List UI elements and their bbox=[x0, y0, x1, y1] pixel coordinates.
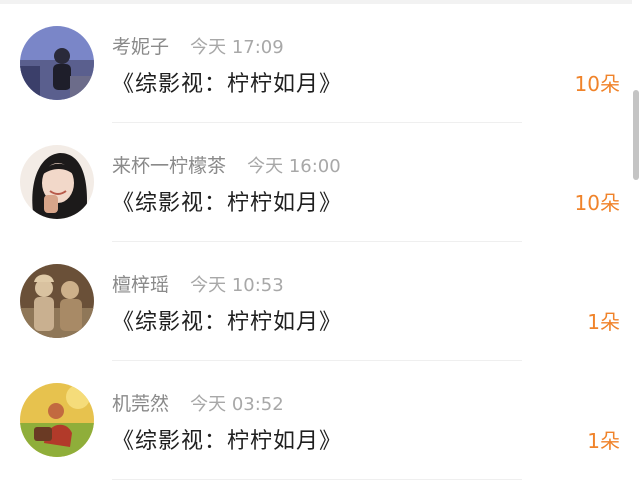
scrollbar-thumb[interactable] bbox=[633, 90, 639, 180]
gift-count: 10朵 bbox=[574, 72, 620, 96]
comment-item[interactable]: 来杯一柠檬茶 今天 16:00 《综影视：柠柠如月》 10朵 bbox=[0, 123, 628, 242]
scrollbar-track[interactable] bbox=[632, 0, 640, 487]
username[interactable]: 来杯一柠檬茶 bbox=[112, 155, 226, 177]
avatar-photo-icon bbox=[20, 264, 94, 338]
book-title[interactable]: 《综影视：柠柠如月》 bbox=[112, 423, 342, 455]
username[interactable]: 檀梓瑶 bbox=[112, 274, 169, 296]
timestamp: 今天 17:09 bbox=[190, 37, 284, 58]
gift-count: 10朵 bbox=[574, 191, 620, 215]
comment-meta: 机莞然 今天 03:52 bbox=[112, 389, 284, 415]
avatar-photo-icon bbox=[20, 383, 94, 457]
book-title[interactable]: 《综影视：柠柠如月》 bbox=[112, 304, 342, 336]
username[interactable]: 机莞然 bbox=[112, 393, 169, 415]
comment-list: 考妮子 今天 17:09 《综影视：柠柠如月》 10朵 来杯一柠檬茶 今天 16… bbox=[0, 4, 628, 480]
comment-item[interactable]: 机莞然 今天 03:52 《综影视：柠柠如月》 1朵 bbox=[0, 361, 628, 480]
avatar-photo-icon bbox=[20, 145, 94, 219]
comment-item[interactable]: 考妮子 今天 17:09 《综影视：柠柠如月》 10朵 bbox=[0, 4, 628, 123]
timestamp: 今天 03:52 bbox=[190, 394, 284, 415]
timestamp: 今天 16:00 bbox=[247, 156, 341, 177]
comment-meta: 檀梓瑶 今天 10:53 bbox=[112, 270, 284, 296]
book-title[interactable]: 《综影视：柠柠如月》 bbox=[112, 66, 342, 98]
book-title[interactable]: 《综影视：柠柠如月》 bbox=[112, 185, 342, 217]
user-avatar[interactable] bbox=[20, 264, 94, 338]
gift-count: 1朵 bbox=[587, 310, 620, 334]
username[interactable]: 考妮子 bbox=[112, 36, 169, 58]
row-divider bbox=[112, 479, 522, 480]
comment-list-screen: 考妮子 今天 17:09 《综影视：柠柠如月》 10朵 来杯一柠檬茶 今天 16… bbox=[0, 0, 640, 487]
gift-count: 1朵 bbox=[587, 429, 620, 453]
avatar-photo-icon bbox=[20, 26, 94, 100]
comment-item[interactable]: 檀梓瑶 今天 10:53 《综影视：柠柠如月》 1朵 bbox=[0, 242, 628, 361]
user-avatar[interactable] bbox=[20, 26, 94, 100]
user-avatar[interactable] bbox=[20, 383, 94, 457]
timestamp: 今天 10:53 bbox=[190, 275, 284, 296]
comment-meta: 考妮子 今天 17:09 bbox=[112, 32, 284, 58]
comment-meta: 来杯一柠檬茶 今天 16:00 bbox=[112, 151, 341, 177]
user-avatar[interactable] bbox=[20, 145, 94, 219]
